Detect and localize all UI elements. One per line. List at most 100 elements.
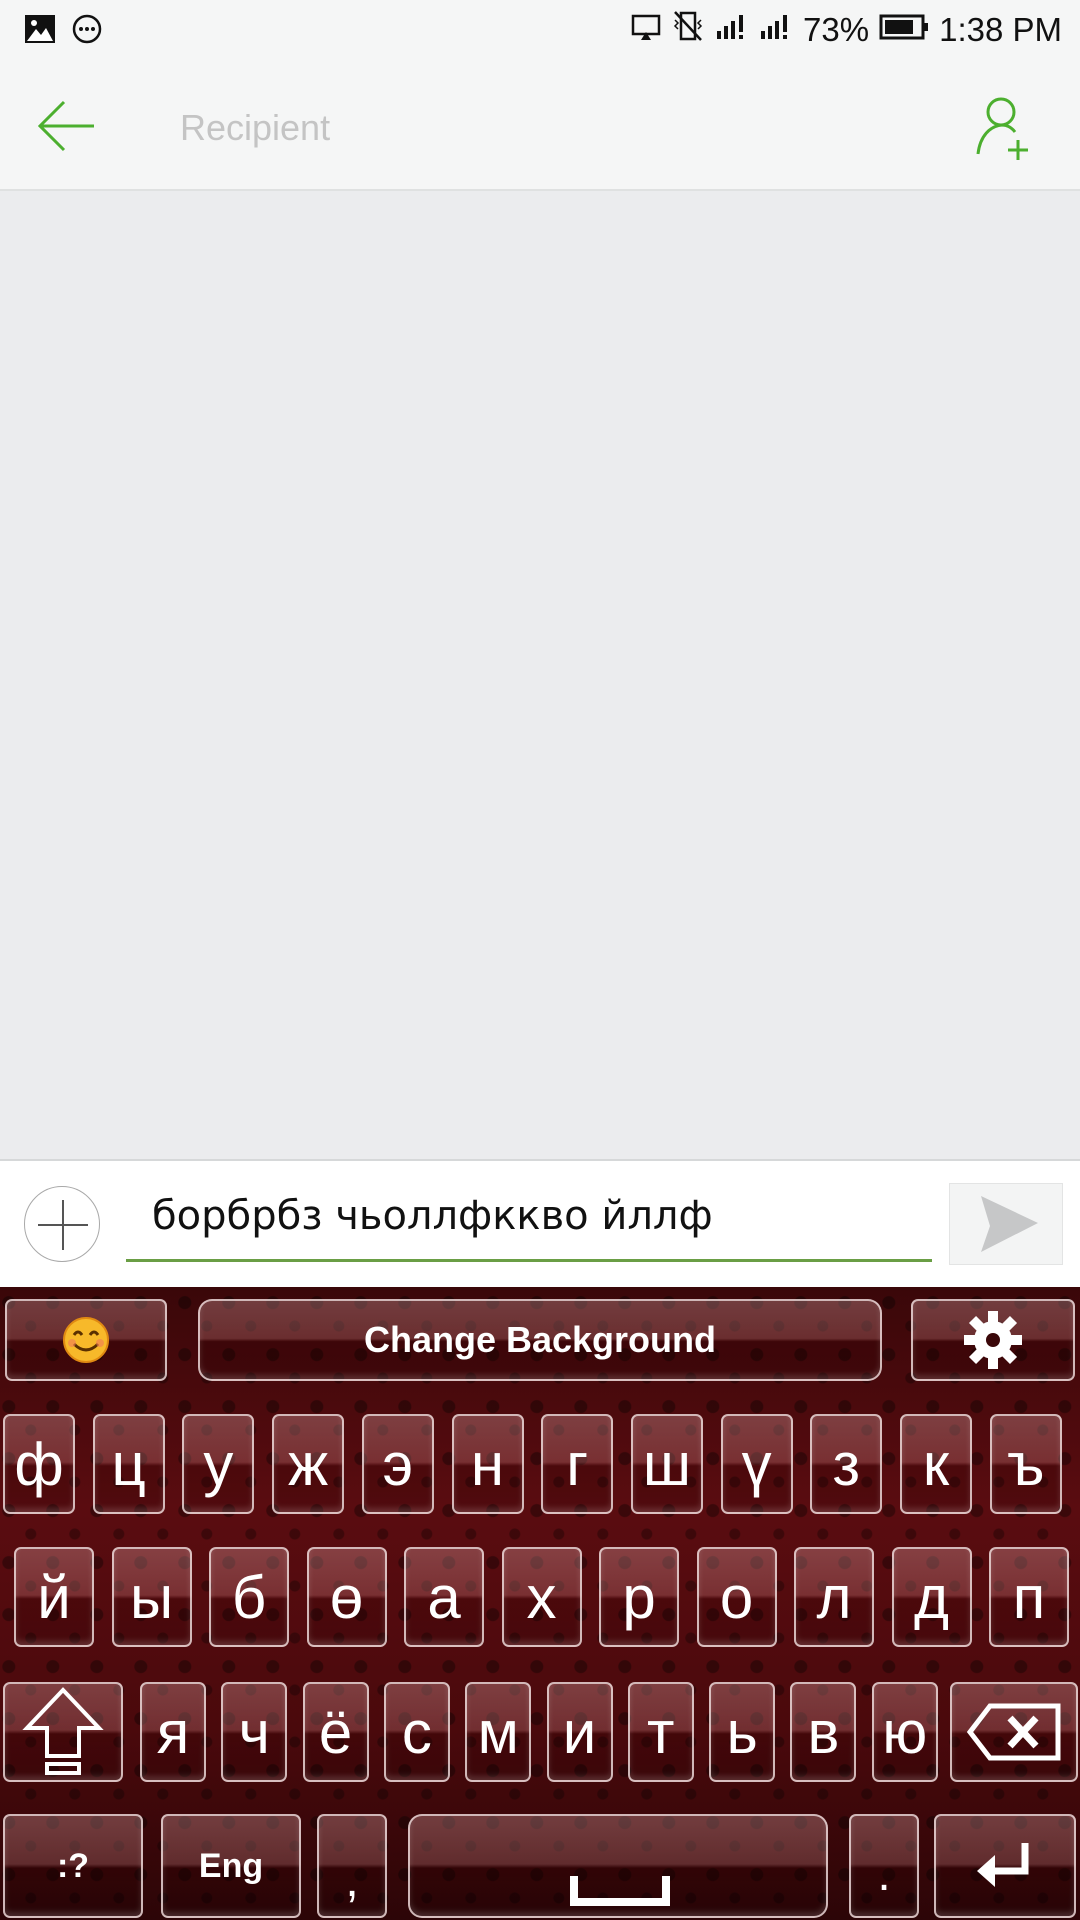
letter-key-label: ы: [129, 1563, 174, 1631]
letter-key[interactable]: ү: [720, 1414, 793, 1514]
letter-key-label: с: [401, 1698, 432, 1766]
letter-key-label: ю: [882, 1698, 928, 1766]
change-background-label: Change Background: [363, 1319, 717, 1360]
image-notification-icon: [24, 14, 56, 49]
enter-icon: [977, 1843, 1029, 1887]
letter-key[interactable]: о: [696, 1547, 777, 1647]
letter-key-label: к: [922, 1430, 950, 1498]
add-contact-button[interactable]: [974, 96, 1034, 162]
period-key[interactable]: .: [849, 1814, 919, 1918]
letter-key[interactable]: э: [361, 1414, 434, 1514]
letter-key[interactable]: ш: [630, 1414, 703, 1514]
letter-key[interactable]: р: [599, 1547, 679, 1647]
cast-icon: [631, 11, 661, 49]
letter-key-label: п: [1012, 1563, 1046, 1631]
shift-arrow-icon: [22, 1687, 104, 1775]
letter-key-label: х: [526, 1563, 557, 1631]
letter-key[interactable]: г: [541, 1414, 614, 1514]
letter-key[interactable]: ч: [221, 1682, 288, 1782]
backspace-key[interactable]: [950, 1682, 1078, 1782]
letter-key[interactable]: ц: [92, 1414, 165, 1514]
smiley-emoji-icon: [63, 1317, 109, 1363]
language-switch-key[interactable]: Eng: [161, 1814, 301, 1918]
letter-key[interactable]: ё: [302, 1682, 369, 1782]
letter-key[interactable]: ф: [3, 1414, 75, 1514]
letter-key[interactable]: и: [546, 1682, 613, 1782]
backspace-icon: [966, 1703, 1061, 1761]
letter-key[interactable]: м: [465, 1682, 532, 1782]
letter-key-label: д: [913, 1563, 949, 1631]
person-add-icon: [976, 97, 1028, 160]
letter-key[interactable]: б: [209, 1547, 289, 1647]
battery-percentage: 73%: [803, 11, 870, 48]
letter-key[interactable]: д: [891, 1547, 972, 1647]
letter-key-label: б: [231, 1563, 267, 1631]
letter-key[interactable]: з: [810, 1414, 883, 1514]
emoji-button[interactable]: [5, 1299, 167, 1381]
letter-key-label: ж: [288, 1430, 329, 1498]
comma-label: ,: [345, 1854, 359, 1907]
letter-key-label: г: [566, 1430, 589, 1498]
letter-key-label: ф: [14, 1430, 64, 1498]
attach-button[interactable]: [24, 1186, 100, 1262]
recipient-input[interactable]: [178, 102, 942, 154]
letter-key-label: т: [647, 1698, 675, 1766]
letter-key-label: ү: [741, 1430, 772, 1498]
letter-key[interactable]: ъ: [989, 1414, 1062, 1514]
letter-key[interactable]: н: [451, 1414, 524, 1514]
message-composer: борбрбз чьоллфккво йллф 2: [0, 1159, 1080, 1289]
letter-key[interactable]: ь: [709, 1682, 776, 1782]
letter-key-label: ө: [329, 1563, 364, 1631]
message-input[interactable]: борбрбз чьоллфккво йллф 2: [126, 1179, 1037, 1263]
letter-key[interactable]: я: [140, 1682, 206, 1782]
letter-key-label: м: [477, 1698, 519, 1766]
shift-key[interactable]: [3, 1682, 123, 1782]
back-button[interactable]: [36, 96, 100, 156]
letter-key[interactable]: й: [14, 1547, 94, 1647]
app-bar: [0, 62, 1080, 191]
letter-key[interactable]: ю: [871, 1682, 938, 1782]
letter-key[interactable]: п: [989, 1547, 1069, 1647]
letter-key[interactable]: х: [501, 1547, 582, 1647]
status-bar: 73% 1:38 PM: [0, 0, 1080, 62]
letter-key-label: ь: [726, 1698, 758, 1766]
language-label: Eng: [198, 1846, 264, 1885]
letter-key-label: н: [470, 1430, 505, 1498]
send-icon: [981, 1196, 1038, 1252]
change-background-button[interactable]: Change Background: [198, 1299, 882, 1381]
letter-key[interactable]: ө: [306, 1547, 387, 1647]
message-text: борбрбз чьоллфккво йллф: [152, 1193, 713, 1239]
letter-key-label: в: [807, 1698, 840, 1766]
keyboard-settings-button[interactable]: [911, 1299, 1075, 1381]
letter-key[interactable]: к: [900, 1414, 972, 1514]
letter-key-label: о: [719, 1563, 754, 1631]
gear-icon: [964, 1311, 1022, 1369]
letter-key-label: з: [832, 1430, 861, 1498]
letter-key[interactable]: ж: [272, 1414, 345, 1514]
letter-key[interactable]: т: [627, 1682, 694, 1782]
letter-key-label: р: [622, 1563, 656, 1631]
comma-key[interactable]: ,: [317, 1814, 387, 1918]
letter-key-label: я: [156, 1698, 190, 1766]
period-label: .: [877, 1848, 891, 1901]
letter-key[interactable]: ы: [111, 1547, 192, 1647]
send-button[interactable]: [949, 1183, 1063, 1265]
enter-key[interactable]: [934, 1814, 1076, 1918]
vibrate-off-icon: [671, 10, 705, 50]
symbols-key[interactable]: :?: [3, 1814, 143, 1918]
space-key[interactable]: [408, 1814, 828, 1918]
letter-key[interactable]: в: [790, 1682, 857, 1782]
letter-key-label: ш: [642, 1430, 691, 1498]
letter-key[interactable]: а: [404, 1547, 484, 1647]
message-thread-area: [0, 191, 1080, 1159]
letter-key[interactable]: с: [383, 1682, 450, 1782]
letter-key-label: и: [562, 1698, 597, 1766]
letter-key-label: й: [37, 1563, 71, 1631]
space-bar-icon: [570, 1876, 670, 1906]
letter-key[interactable]: л: [794, 1547, 874, 1647]
letter-key-label: л: [816, 1563, 852, 1631]
letter-key-label: ч: [238, 1698, 270, 1766]
letter-key[interactable]: у: [182, 1414, 255, 1514]
letter-key-label: а: [427, 1563, 461, 1631]
battery-icon: [879, 11, 929, 49]
